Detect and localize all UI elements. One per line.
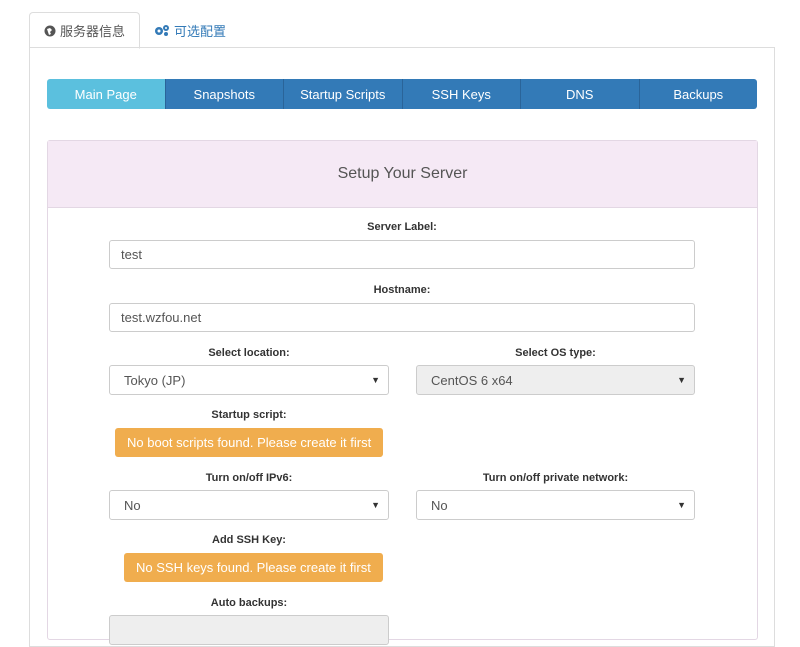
private-network-value: No [431,497,448,513]
startup-script-label: Startup script: [211,409,287,421]
nav-dns[interactable]: DNS [520,79,639,109]
os-type-value: CentOS 6 x64 [431,372,513,388]
chevron-down-icon: ▼ [677,500,686,510]
ipv6-select[interactable]: No ▼ [109,490,389,520]
chevron-down-icon: ▼ [371,375,380,385]
chevron-down-icon: ▼ [677,375,686,385]
nav-backups[interactable]: Backups [638,79,757,109]
server-label-input[interactable]: test [109,240,695,269]
private-network-select[interactable]: No ▼ [416,490,695,520]
globe-icon [44,25,56,36]
cogs-icon [155,25,170,36]
auto-backups-select[interactable] [109,615,389,645]
chevron-down-icon: ▼ [371,500,380,510]
hostname-label: Hostname: [373,284,431,296]
tab-optional-config[interactable]: 可选配置 [140,12,240,48]
no-ssh-keys-alert: No SSH keys found. Please create it firs… [124,553,383,582]
setup-title: Setup Your Server [48,141,757,208]
tab-bar: 服务器信息 可选配置 [29,12,240,49]
server-label-label: Server Label: [367,221,437,233]
nav-snapshots[interactable]: Snapshots [164,79,283,109]
tab-optional-config-label: 可选配置 [174,23,227,39]
nav-ssh-keys[interactable]: SSH Keys [401,79,520,109]
section-nav: Main Page Snapshots Startup Scripts SSH … [47,79,757,109]
hostname-input[interactable]: test.wzfou.net [109,303,695,332]
os-type-select[interactable]: CentOS 6 x64 ▼ [416,365,695,395]
location-select[interactable]: Tokyo (JP) ▼ [109,365,389,395]
location-value: Tokyo (JP) [124,372,186,388]
ipv6-label: Turn on/off IPv6: [205,472,293,484]
tab-server-info-label: 服务器信息 [60,24,126,39]
ipv6-value: No [124,497,141,513]
nav-startup-scripts[interactable]: Startup Scripts [283,79,402,109]
os-type-label: Select OS type: [515,347,596,359]
nav-main-page[interactable]: Main Page [47,79,165,109]
location-label: Select location: [208,347,290,359]
auto-backups-label: Auto backups: [210,597,288,609]
no-boot-scripts-alert: No boot scripts found. Please create it … [115,428,384,457]
tab-server-info[interactable]: 服务器信息 [29,12,141,49]
private-network-label: Turn on/off private network: [482,472,629,484]
ssh-key-label: Add SSH Key: [212,534,286,546]
